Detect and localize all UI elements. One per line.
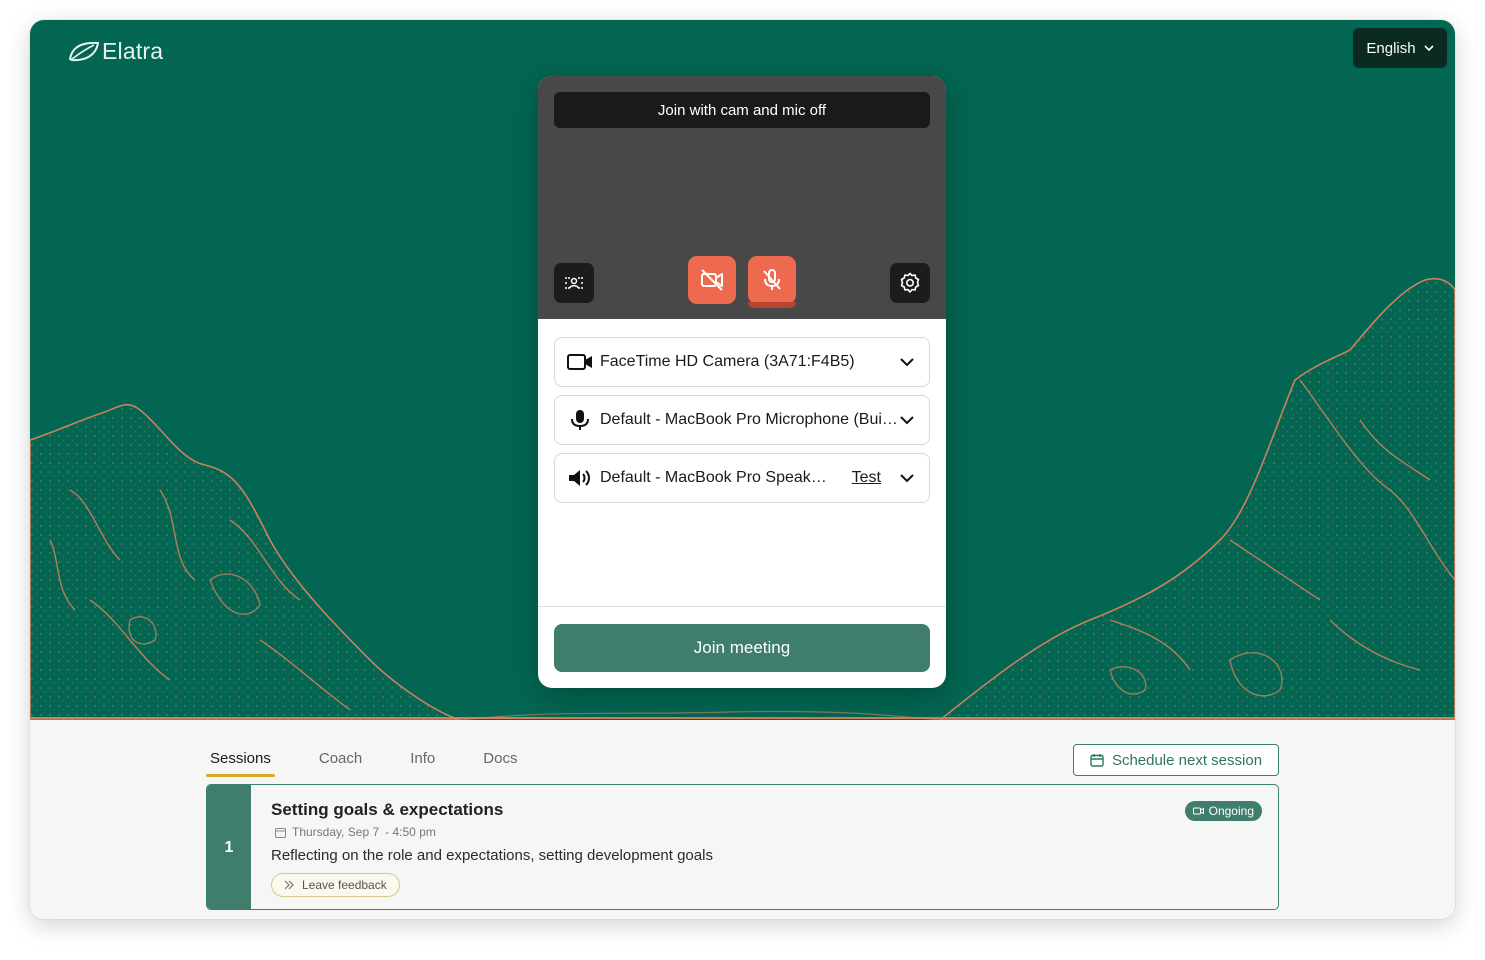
join-cam-mic-off-button[interactable]: Join with cam and mic off [554, 92, 930, 128]
card-divider [538, 606, 946, 607]
camera-select-value: FaceTime HD Camera (3A71:F4B5) [600, 353, 855, 370]
calendar-icon [1090, 754, 1104, 767]
tab-docs[interactable]: Docs [479, 748, 521, 776]
speaker-icon [567, 467, 593, 489]
join-meeting-button[interactable]: Join meeting [554, 624, 930, 672]
tab-coach[interactable]: Coach [315, 748, 366, 776]
camera-toggle-button[interactable] [688, 256, 736, 304]
speaker-test-link[interactable]: Test [852, 469, 881, 487]
session-number: 1 [207, 785, 251, 909]
camera-off-icon [701, 269, 723, 291]
language-label: English [1366, 39, 1416, 57]
microphone-select[interactable]: Default - MacBook Pro Microphone (Built-… [554, 395, 930, 445]
tab-sessions[interactable]: Sessions [206, 748, 275, 777]
brand-logo[interactable]: Elatra [68, 36, 163, 66]
session-description: Reflecting on the role and expectations,… [271, 847, 713, 864]
speaker-select[interactable]: Default - MacBook Pro Speakers (Built-in… [554, 453, 930, 503]
session-datetime: Thursday, Sep 7 - 4:50 pm [275, 825, 436, 839]
gear-icon [900, 272, 920, 293]
camera-select[interactable]: FaceTime HD Camera (3A71:F4B5) [554, 337, 930, 387]
microphone-select-value: Default - MacBook Pro Microphone (Built-… [600, 411, 899, 428]
leaf-logo-icon [68, 41, 100, 62]
video-camera-icon [1192, 807, 1204, 815]
microphone-toggle-button[interactable] [748, 256, 796, 308]
camera-preview: Join with cam and mic off [538, 76, 946, 319]
session-card[interactable]: 1 Setting goals & expectations Thursday,… [206, 784, 1279, 910]
tab-info[interactable]: Info [406, 748, 439, 776]
prejoin-card: Join with cam and mic off FaceTime HD Ca… [538, 76, 946, 688]
status-label: Ongoing [1208, 804, 1254, 818]
chevron-down-icon [900, 416, 914, 425]
chevron-down-icon [900, 474, 914, 483]
session-title: Setting goals & expectations [271, 800, 504, 819]
tab-bar: Sessions Coach Info Docs [206, 748, 561, 777]
calendar-icon [275, 827, 286, 838]
status-badge: Ongoing [1184, 801, 1262, 821]
schedule-button-label: Schedule next session [1111, 751, 1263, 769]
schedule-next-session-button[interactable]: Schedule next session [1073, 744, 1279, 776]
video-camera-icon [567, 351, 593, 373]
microphone-icon [567, 409, 593, 431]
session-time: - 4:50 pm [385, 825, 436, 839]
language-selector[interactable]: English [1353, 28, 1447, 68]
speaker-select-value: Default - MacBook Pro Speakers (Built-in… [600, 469, 832, 486]
background-effects-button[interactable] [554, 263, 594, 303]
chevron-down-icon [900, 358, 914, 367]
double-chevron-right-icon [284, 880, 294, 890]
settings-button[interactable] [890, 263, 930, 303]
leave-feedback-button[interactable]: Leave feedback [271, 873, 400, 897]
background-blur-icon [565, 277, 583, 289]
leave-feedback-label: Leave feedback [302, 878, 387, 892]
mic-level-bar [748, 302, 796, 308]
brand-name: Elatra [102, 37, 164, 64]
session-date: Thursday, Sep 7 [292, 825, 380, 839]
sessions-section: Sessions Coach Info Docs Schedule next s… [30, 720, 1455, 919]
microphone-off-icon [763, 269, 781, 290]
chevron-down-icon [1424, 44, 1434, 51]
app-window: Elatra English Join with cam and mic off [30, 20, 1455, 919]
